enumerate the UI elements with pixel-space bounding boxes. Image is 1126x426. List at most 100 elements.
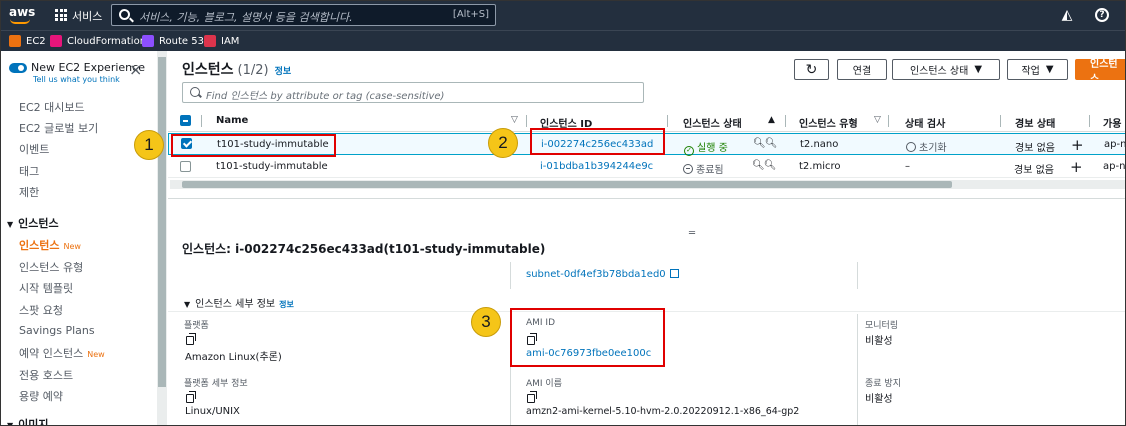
sort-caret-icon[interactable]: ▽ [874,115,881,125]
services-menu-label[interactable]: 서비스 [72,8,102,24]
sidebar-item-global-view[interactable]: EC2 글로벌 보기 [19,120,98,136]
favorite-cloudformation[interactable]: CloudFormation [50,35,146,47]
status-check: 초기화 [906,139,947,154]
info-link[interactable]: 정보 [279,300,294,309]
subnet-link[interactable]: subnet-0df4ef3b78bda1ed0 [526,269,679,280]
sidebar-item-spot-requests[interactable]: 스팟 요청 [19,302,63,318]
sidebar-item-events[interactable]: 이벤트 [19,141,49,157]
ami-name-label: AMI 이름 [526,379,562,389]
column-header-alarm-status[interactable]: 경보 상태 [1015,115,1055,130]
add-alarm-icon[interactable]: + [1071,136,1084,154]
highlight-instance-id-box [530,128,665,155]
status-check: – [905,161,910,172]
instance-id-link[interactable]: i-01bdba1b394244e9c [540,161,653,172]
sidebar-item-dedicated-hosts[interactable]: 전용 호스트 [19,367,73,383]
favorite-ec2[interactable]: EC2 [9,35,46,47]
sidebar-item-limits[interactable]: 제한 [19,184,39,200]
column-divider [857,314,858,425]
actions-dropdown[interactable]: 작업 ▼ [1007,59,1068,80]
sidebar-item-instance-types[interactable]: 인스턴스 유형 [19,259,83,275]
platform-value: Amazon Linux(추론) [185,352,282,363]
stop-protection-label: 종료 방지 [865,379,901,389]
column-header-instance-type[interactable]: 인스턴스 유형 [799,115,858,130]
favorites-bar: EC2 CloudFormation Route 53 IAM [1,30,1125,51]
instance-state-dropdown[interactable]: 인스턴스 상태 ▼ [892,59,1000,80]
clock-icon [906,142,916,152]
new-badge: New [63,242,81,251]
sidebar-item-tags[interactable]: 태그 [19,163,39,179]
sidebar-item-instances[interactable]: 인스턴스 New [19,237,81,253]
sort-caret-icon[interactable]: ▽ [511,115,518,125]
close-icon[interactable]: × [129,62,142,78]
favorite-label: CloudFormation [67,35,147,47]
aws-logo-text: aws [9,5,36,19]
copy-icon[interactable] [186,391,196,403]
cloudformation-icon [50,35,62,47]
availability-zone: ap-n [1104,139,1126,150]
iam-icon [204,35,216,47]
panel-splitter[interactable] [168,198,1125,199]
launch-instances-button[interactable]: 인스턴스 [1075,59,1125,85]
title-text: 인스턴스 [182,62,234,78]
table-row[interactable]: t101-study-immutable i-01bdba1b394244e9c… [168,156,1125,178]
ami-name-value: amzn2-ami-kernel-5.10-hvm-2.0.20220912.1… [526,406,800,417]
caret-down-icon: ▼ [7,421,14,426]
column-header-instance-state[interactable]: 인스턴스 상태 [683,115,742,130]
instance-type: t2.nano [800,139,839,150]
column-divider [667,115,668,127]
column-divider [526,115,527,127]
new-badge: New [87,350,105,359]
sort-asc-icon[interactable]: ▲ [768,115,775,125]
sidebar-section-images[interactable]: ▼ 이미지 [7,416,49,426]
main-content: 인스턴스 (1/2) 정보 ↻ 연결 인스턴스 상태 ▼ 작업 ▼ 인스턴스 Find … [168,51,1126,425]
monitoring-label: 모니터링 [865,321,899,331]
instance-name: t101-study-immutable [216,161,328,172]
table-horizontal-scrollbar[interactable] [170,180,1125,189]
favorite-route53[interactable]: Route 53 [142,35,204,47]
filter-placeholder: Find 인스턴스 by attribute or tag (case-sens… [206,91,445,102]
check-text: 초기화 [919,143,947,154]
feedback-link[interactable]: Tell us what you think [33,75,120,84]
zoom-in-out-icon[interactable]: 🔍︎🔍︎ [752,160,776,171]
column-divider [785,115,786,127]
notification-bell-icon[interactable]: ◭ [1060,7,1074,23]
favorite-iam[interactable]: IAM [204,35,239,47]
column-header-name[interactable]: Name [216,115,248,126]
copy-icon[interactable] [186,333,196,345]
subnet-text: subnet-0df4ef3b78bda1ed0 [526,269,666,280]
zoom-in-out-icon[interactable]: 🔍︎🔍︎ [753,138,777,149]
scrollbar-thumb[interactable] [182,181,952,188]
services-grid-icon[interactable] [55,9,67,21]
select-all-checkbox[interactable] [180,115,191,126]
sidebar-item-label: 인스턴스 [19,239,60,252]
check-circle-icon: ✓ [684,146,694,156]
sidebar-item-savings-plans[interactable]: Savings Plans [19,324,95,337]
refresh-button[interactable]: ↻ [794,59,829,80]
sidebar-item-dashboard[interactable]: EC2 대시보드 [19,99,85,115]
column-header-status-check[interactable]: 상태 검사 [905,115,945,130]
sidebar-scrollbar-thumb[interactable] [158,57,166,387]
resize-grip-icon[interactable]: ═ [689,228,695,239]
add-alarm-icon[interactable]: + [1070,158,1083,176]
copy-icon[interactable] [527,391,537,403]
sidebar-item-reserved-instances[interactable]: 예약 인스턴스 New [19,345,105,361]
minus-circle-icon [683,164,693,174]
column-divider [1089,115,1090,127]
top-nav: aws 서비스 서비스, 기능, 블로그, 설명서 등을 검색합니다. [Alt… [1,1,1125,30]
section-label: 인스턴스 세부 정보 [195,299,276,310]
sidebar-item-launch-templates[interactable]: 시작 템플릿 [19,280,73,296]
instance-details-section-header[interactable]: ▼ 인스턴스 세부 정보 정보 [184,295,294,310]
filter-input[interactable]: Find 인스턴스 by attribute or tag (case-sens… [182,82,644,103]
connect-button[interactable]: 연결 [837,59,887,80]
row-checkbox[interactable] [180,161,191,172]
help-icon[interactable]: ? [1095,8,1109,22]
new-experience-toggle[interactable] [9,63,27,73]
sidebar-section-instances[interactable]: ▼ 인스턴스 [7,215,59,231]
aws-logo[interactable]: aws [9,5,36,24]
global-search-input[interactable]: 서비스, 기능, 블로그, 설명서 등을 검색합니다. [Alt+S] [111,4,496,26]
column-divider [510,262,511,289]
info-link[interactable]: 정보 [275,67,292,77]
platform-detail-value: Linux/UNIX [185,406,240,417]
sidebar-item-capacity-reservations[interactable]: 용량 예약 [19,388,63,404]
column-header-az[interactable]: 가용 [1103,115,1121,130]
